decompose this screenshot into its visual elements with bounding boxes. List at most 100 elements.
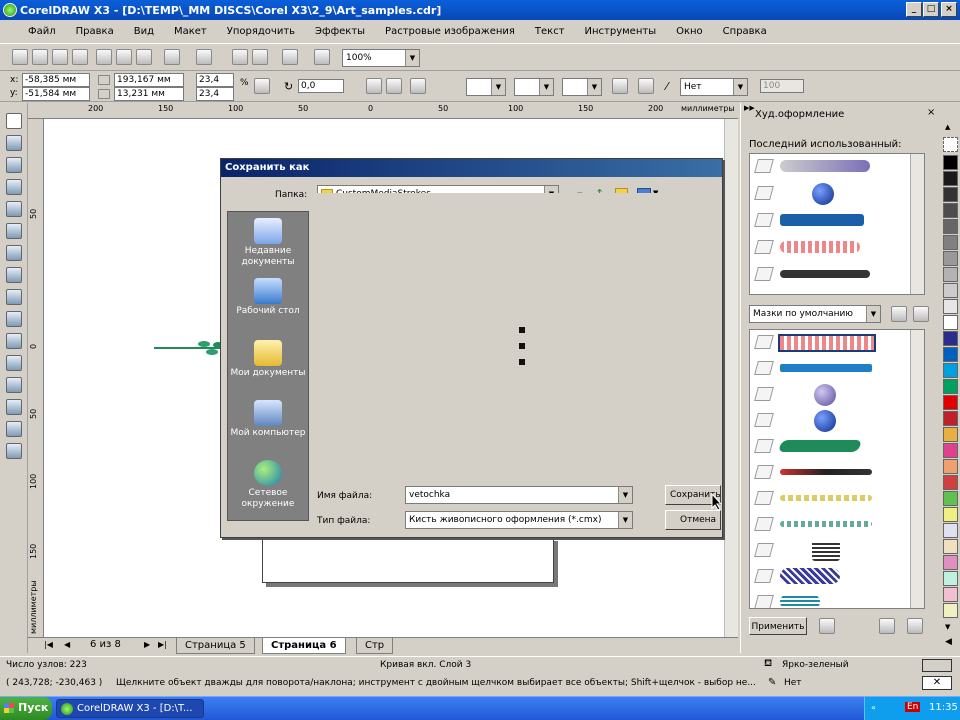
color-swatch[interactable]	[943, 171, 958, 186]
color-swatch[interactable]	[943, 443, 958, 458]
mirror-horizontal-icon[interactable]	[366, 78, 382, 94]
freehand-tool-icon[interactable]	[6, 201, 22, 217]
to-front-icon[interactable]	[638, 78, 654, 94]
color-swatch[interactable]	[943, 203, 958, 218]
menu-view[interactable]: Вид	[124, 26, 164, 37]
menu-file[interactable]: Файл	[20, 26, 66, 37]
shape-combo-1[interactable]: ▼	[466, 78, 506, 96]
recent-list-scrollbar[interactable]	[910, 154, 924, 294]
list-item[interactable]	[750, 382, 924, 408]
place-recent[interactable]: Недавние документы	[228, 218, 308, 268]
menu-bitmaps[interactable]: Растровые изображения	[375, 26, 525, 37]
color-swatch[interactable]	[943, 395, 958, 410]
place-my-documents[interactable]: Мои документы	[228, 340, 308, 379]
print-icon[interactable]	[72, 49, 88, 65]
undo-icon[interactable]	[164, 49, 180, 65]
vertical-scrollbar[interactable]	[724, 119, 738, 637]
ellipse-tool-icon[interactable]	[6, 267, 22, 283]
lock-ratio-icon[interactable]	[254, 78, 270, 94]
color-swatch[interactable]	[943, 283, 958, 298]
list-item[interactable]	[750, 330, 924, 356]
color-swatch[interactable]	[943, 315, 958, 330]
filename-input[interactable]: vetochka ▼	[405, 486, 633, 504]
save-stroke-icon[interactable]	[913, 306, 929, 322]
tray-arrow-icon[interactable]: «	[871, 703, 876, 712]
save-icon[interactable]	[52, 49, 68, 65]
shape-tool-icon[interactable]	[6, 135, 22, 151]
color-swatch[interactable]	[943, 523, 958, 538]
rotation-angle-field[interactable]: 0,0	[298, 79, 344, 93]
export-icon[interactable]	[252, 49, 268, 65]
color-swatch[interactable]	[943, 459, 958, 474]
welcome-icon[interactable]	[314, 49, 330, 65]
first-page-icon[interactable]: |◀	[44, 640, 53, 649]
color-swatch[interactable]	[943, 475, 958, 490]
chevron-down-icon[interactable]: ▼	[618, 512, 632, 528]
stroke-preset-combo[interactable]: Мазки по умолчанию ▼	[749, 305, 881, 323]
next-page-icon[interactable]: ▶	[144, 640, 150, 649]
color-swatch[interactable]	[943, 571, 958, 586]
place-desktop[interactable]: Рабочий стол	[228, 278, 308, 317]
list-item[interactable]	[750, 538, 924, 564]
height-field[interactable]: 13,231 мм	[114, 87, 184, 101]
color-swatch[interactable]	[943, 347, 958, 362]
color-swatch[interactable]	[943, 331, 958, 346]
list-item[interactable]	[750, 486, 924, 512]
color-swatch[interactable]	[943, 235, 958, 250]
list-item[interactable]	[750, 408, 924, 434]
color-swatch[interactable]	[943, 427, 958, 442]
color-swatch[interactable]	[943, 363, 958, 378]
language-indicator[interactable]: En	[905, 702, 921, 712]
filetype-select[interactable]: Кисть живописного оформления (*.cmx) ▼	[405, 511, 633, 529]
list-item[interactable]	[750, 262, 924, 288]
import-icon[interactable]	[232, 49, 248, 65]
taskbar-coreldraw-button[interactable]: CorelDRAW X3 - [D:\T...	[56, 699, 204, 718]
help-icon[interactable]	[879, 618, 895, 634]
zoom-tool-icon[interactable]	[6, 179, 22, 195]
shape-combo-3[interactable]: ▼	[562, 78, 602, 96]
color-swatch[interactable]	[943, 251, 958, 266]
mirror-vertical-icon[interactable]	[386, 78, 402, 94]
browse-icon[interactable]	[891, 306, 907, 322]
new-icon[interactable]	[12, 49, 28, 65]
menu-tools[interactable]: Инструменты	[575, 26, 667, 37]
color-swatch[interactable]	[943, 155, 958, 170]
color-swatch[interactable]	[943, 411, 958, 426]
color-swatch[interactable]	[943, 187, 958, 202]
tab-page-5[interactable]: Страница 5	[176, 638, 255, 654]
palette-scroll-up-icon[interactable]: ▲	[945, 123, 950, 131]
interactive-blend-tool-icon[interactable]	[6, 355, 22, 371]
close-button[interactable]: ×	[941, 2, 957, 17]
width-field[interactable]: 193,167 мм	[114, 73, 184, 87]
minimize-button[interactable]: _	[906, 2, 922, 17]
app-launcher-icon[interactable]	[282, 49, 298, 65]
menu-arrange[interactable]: Упорядочить	[217, 26, 305, 37]
color-swatch[interactable]	[943, 379, 958, 394]
outline-tool-icon[interactable]	[6, 399, 22, 415]
redo-icon[interactable]	[196, 49, 212, 65]
outline-width-combo[interactable]: Нет ▼	[680, 78, 748, 96]
chevron-down-icon[interactable]: ▼	[618, 487, 632, 503]
list-item[interactable]	[750, 512, 924, 538]
color-swatch[interactable]	[943, 491, 958, 506]
cut-icon[interactable]	[96, 49, 112, 65]
crop-tool-icon[interactable]	[6, 157, 22, 173]
lock-icon[interactable]	[819, 618, 835, 634]
maximize-button[interactable]: □	[923, 2, 939, 17]
color-swatch[interactable]	[943, 587, 958, 602]
cancel-button[interactable]: Отмена	[665, 510, 721, 530]
last-page-icon[interactable]: ▶|	[158, 640, 167, 649]
pick-tool-icon[interactable]	[6, 113, 22, 129]
interactive-fill-tool-icon[interactable]	[6, 443, 22, 459]
apply-button[interactable]: Применить	[749, 617, 807, 635]
open-icon[interactable]	[32, 49, 48, 65]
paste-icon[interactable]	[136, 49, 152, 65]
no-color-swatch[interactable]	[943, 137, 958, 152]
scale-y-field[interactable]: 23,4	[196, 87, 234, 101]
menu-text[interactable]: Текст	[525, 26, 575, 37]
list-item[interactable]	[750, 208, 924, 234]
list-item[interactable]	[750, 181, 924, 207]
list-item[interactable]	[750, 434, 924, 460]
color-swatch[interactable]	[943, 539, 958, 554]
menu-edit[interactable]: Правка	[66, 26, 124, 37]
